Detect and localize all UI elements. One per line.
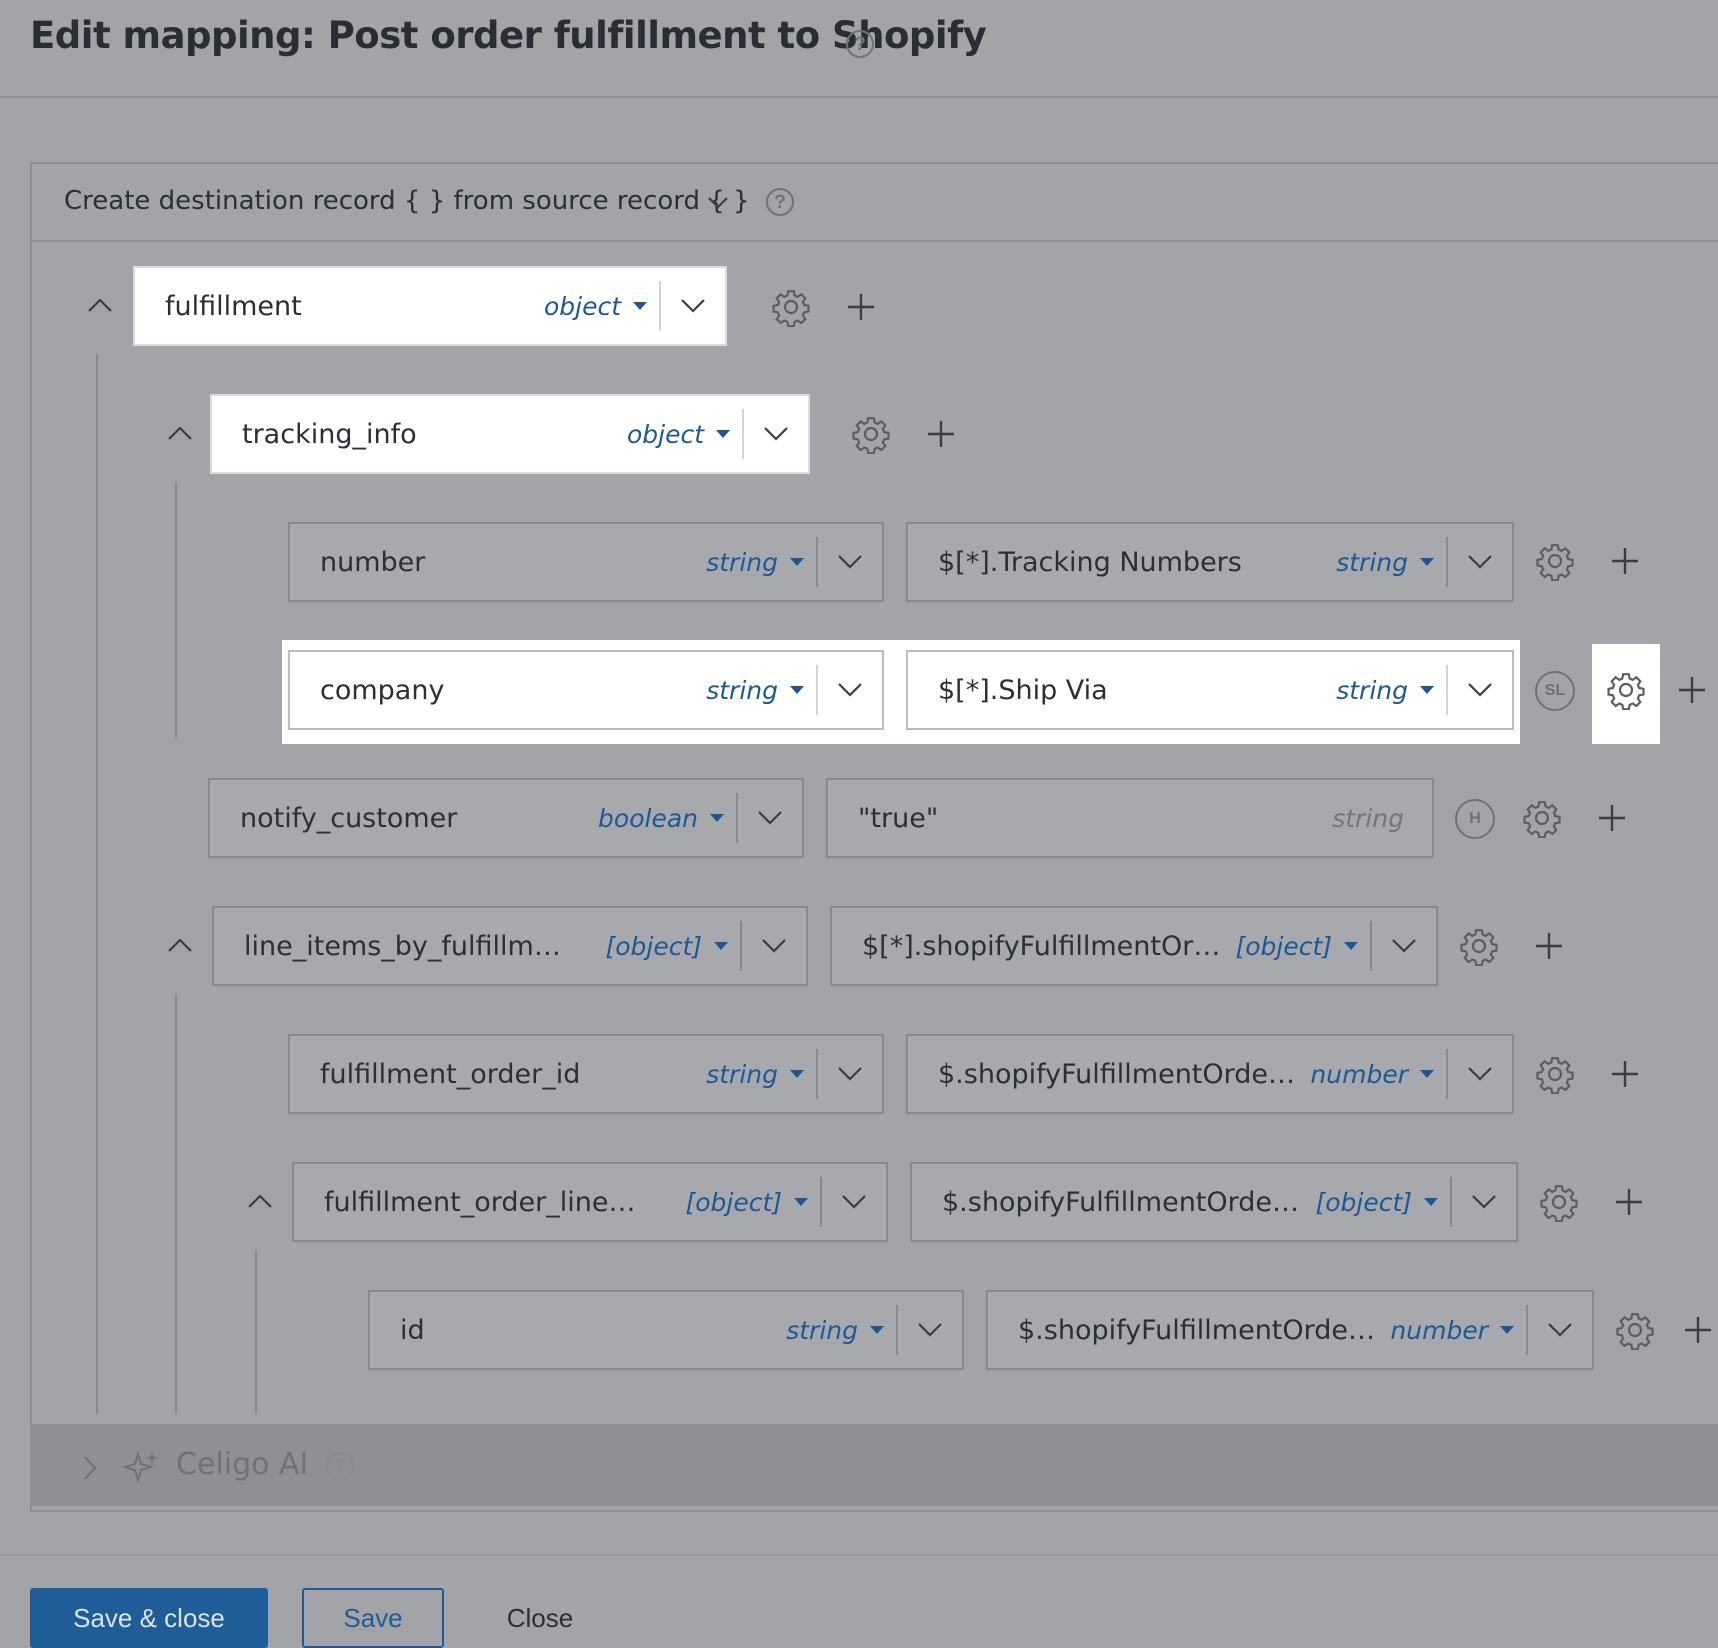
static-lookup-badge: SL [1535, 671, 1575, 711]
destination-field[interactable]: fulfillment_order_id string [288, 1034, 884, 1114]
panel-header-divider [32, 240, 1718, 242]
destination-field[interactable]: id string [368, 1290, 964, 1370]
add-icon[interactable] [838, 284, 884, 330]
source-field[interactable]: $[*].Tracking Numbers string [906, 522, 1514, 602]
collapse-icon[interactable] [80, 290, 120, 320]
gear-icon[interactable] [1456, 923, 1502, 969]
add-icon[interactable] [1680, 1307, 1716, 1353]
page-title: Edit mapping: Post order fulfillment to … [30, 14, 987, 57]
collapse-icon[interactable] [160, 930, 200, 960]
chevron-down-icon[interactable] [661, 268, 725, 344]
add-icon[interactable] [1589, 795, 1635, 841]
chevron-down-icon[interactable] [700, 188, 736, 218]
gear-icon[interactable] [1532, 1051, 1578, 1097]
type-caret-icon [790, 558, 804, 566]
type-caret-icon [710, 814, 724, 822]
rule-selector-label[interactable]: Create destination record { } from sourc… [64, 186, 750, 216]
add-icon[interactable] [1602, 1051, 1648, 1097]
type-caret-icon [1420, 558, 1434, 566]
add-icon[interactable] [1606, 1179, 1652, 1225]
gear-icon[interactable] [848, 411, 894, 457]
chevron-down-icon[interactable] [818, 1036, 882, 1112]
chevron-down-icon[interactable] [818, 652, 882, 728]
tree-line [175, 482, 177, 738]
close-button[interactable]: Close [472, 1588, 608, 1648]
help-icon[interactable]: ? [846, 30, 874, 58]
type-caret-icon [1420, 686, 1434, 694]
tree-line [255, 1250, 257, 1414]
gear-icon[interactable] [1532, 538, 1578, 584]
destination-field[interactable]: notify_customer boolean [208, 778, 804, 858]
chevron-down-icon[interactable] [1372, 908, 1436, 984]
chevron-down-icon[interactable] [1528, 1292, 1592, 1368]
destination-field[interactable]: number string [288, 522, 884, 602]
type-caret-icon [870, 1326, 884, 1334]
rule-help-icon[interactable]: ? [766, 188, 794, 216]
collapse-icon[interactable] [240, 1186, 280, 1216]
chevron-down-icon[interactable] [742, 908, 806, 984]
type-caret-icon [1424, 1198, 1438, 1206]
sparkle-icon [120, 1446, 164, 1490]
chevron-down-icon[interactable] [1448, 1036, 1512, 1112]
destination-field[interactable]: fulfillment object [133, 266, 727, 346]
chevron-down-icon[interactable] [898, 1292, 962, 1368]
collapse-icon[interactable] [160, 418, 200, 448]
gear-icon[interactable] [1612, 1307, 1658, 1353]
gear-icon[interactable] [768, 284, 814, 330]
chevron-down-icon[interactable] [822, 1164, 886, 1240]
celigo-ai-label: Celigo AI [176, 1447, 309, 1482]
header-divider [0, 96, 1718, 98]
type-caret-icon [794, 1198, 808, 1206]
source-field[interactable]: $[*].Ship Via string [906, 650, 1514, 730]
type-caret-icon [716, 430, 730, 438]
destination-field[interactable]: line_items_by_fulfillm… [object] [212, 906, 808, 986]
save-button[interactable]: Save [302, 1588, 444, 1648]
source-field[interactable]: $.shopifyFulfillmentOrde… number [986, 1290, 1594, 1370]
type-caret-icon [714, 942, 728, 950]
type-caret-icon [1420, 1070, 1434, 1078]
type-caret-icon [633, 302, 647, 310]
type-caret-icon [790, 686, 804, 694]
add-icon[interactable] [1526, 923, 1572, 969]
chevron-down-icon[interactable] [1452, 1164, 1516, 1240]
chevron-right-icon[interactable] [76, 1450, 104, 1486]
type-caret-icon [1344, 942, 1358, 950]
chevron-down-icon[interactable] [744, 396, 808, 472]
tree-line [96, 354, 98, 1414]
hardcoded-badge: H [1455, 799, 1495, 839]
type-caret-icon [790, 1070, 804, 1078]
add-icon[interactable] [1602, 538, 1648, 584]
gear-icon[interactable] [1536, 1179, 1582, 1225]
source-field[interactable]: $.shopifyFulfillmentOrde… [object] [910, 1162, 1518, 1242]
source-field[interactable]: $.shopifyFulfillmentOrde… number [906, 1034, 1514, 1114]
type-caret-icon [1500, 1326, 1514, 1334]
chevron-down-icon[interactable] [738, 780, 802, 856]
source-field[interactable]: "true" string [826, 778, 1434, 858]
footer-divider [0, 1554, 1718, 1556]
gear-icon[interactable] [1519, 795, 1565, 841]
tree-line [175, 994, 177, 1414]
save-and-close-button[interactable]: Save & close [30, 1588, 268, 1648]
chevron-down-icon[interactable] [818, 524, 882, 600]
ai-help-icon[interactable]: ? [326, 1452, 354, 1480]
add-icon[interactable] [1670, 667, 1714, 713]
destination-field[interactable]: company string [288, 650, 884, 730]
destination-field[interactable]: tracking_info object [210, 394, 810, 474]
chevron-down-icon[interactable] [1448, 524, 1512, 600]
destination-field[interactable]: fulfillment_order_line… [object] [292, 1162, 888, 1242]
source-field[interactable]: $[*].shopifyFulfillmentOr… [object] [830, 906, 1438, 986]
gear-icon[interactable] [1603, 667, 1649, 713]
add-icon[interactable] [918, 411, 964, 457]
chevron-down-icon[interactable] [1448, 652, 1512, 728]
